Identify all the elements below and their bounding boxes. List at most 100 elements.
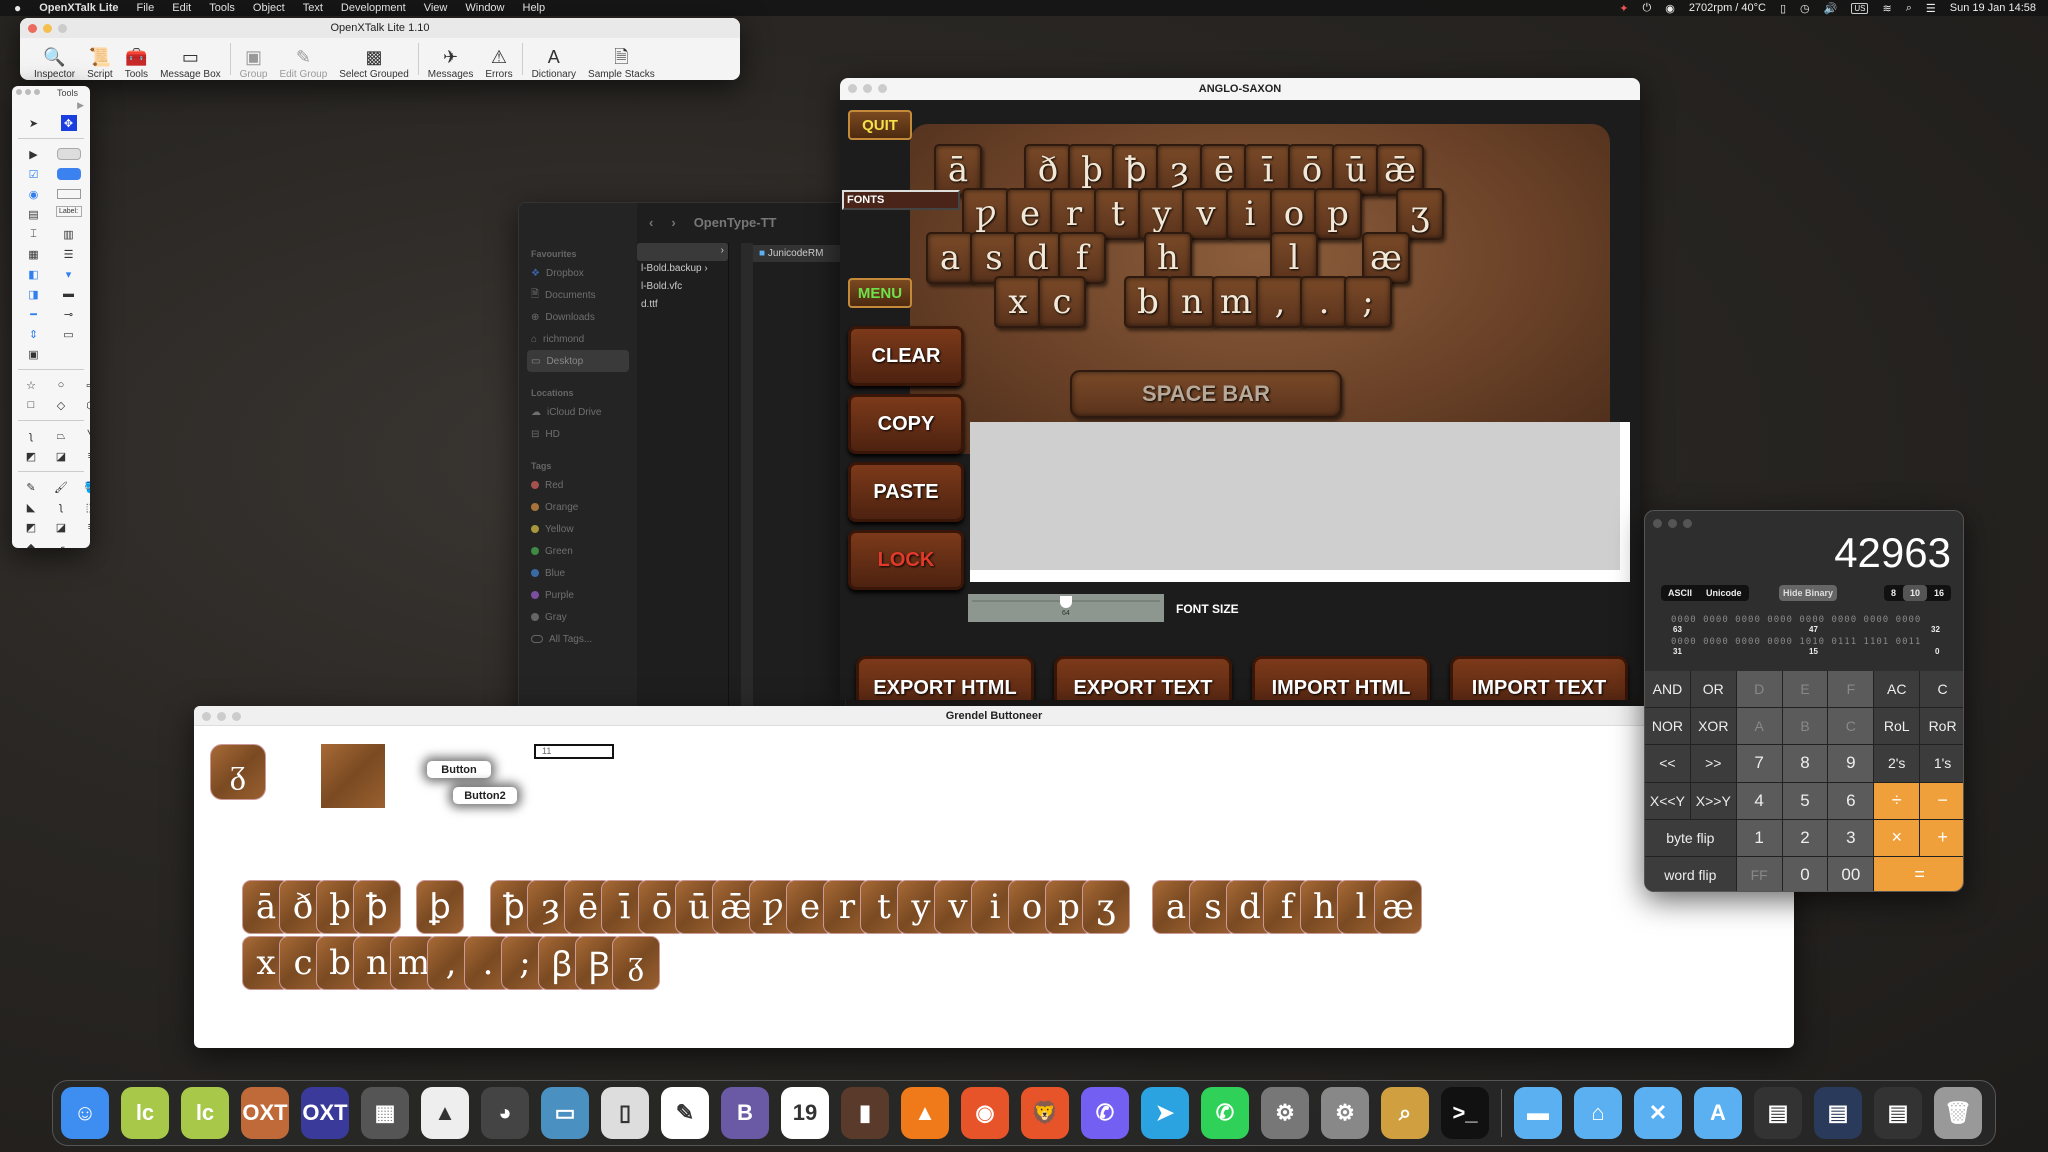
sidebar-tag-alltags[interactable]: All Tags... xyxy=(519,628,637,650)
arrow-tool-icon[interactable]: ⇨ xyxy=(78,377,90,393)
calc-key-5[interactable]: 5 xyxy=(1782,782,1828,819)
close-button[interactable] xyxy=(28,24,37,33)
ascii-option[interactable]: ASCII xyxy=(1661,585,1699,601)
toolbar-dictionary-button[interactable]: A Dictionary xyxy=(526,40,582,80)
freehand-tool-icon[interactable]: ʅ xyxy=(18,428,44,444)
calc-key-and[interactable]: AND xyxy=(1645,671,1690,708)
menu-text[interactable]: Text xyxy=(303,2,323,14)
progress-bar-tool-icon[interactable]: ━ xyxy=(21,306,47,322)
close-button[interactable] xyxy=(16,89,22,95)
calc-key-x[interactable]: ÷ xyxy=(1874,782,1920,819)
dock-calculator[interactable]: ▦ xyxy=(361,1087,409,1139)
calc-key-00[interactable]: 00 xyxy=(1828,856,1874,891)
minimize-button[interactable] xyxy=(25,89,31,95)
clock[interactable]: Sun 19 Jan 14:58 xyxy=(1950,2,2036,14)
default-button-tool-icon[interactable] xyxy=(56,166,82,182)
buttoneer-key[interactable]: ʒ xyxy=(1082,880,1130,934)
polygon-tool-icon[interactable]: ⏢ xyxy=(48,428,74,444)
browse-tool-icon[interactable]: ➤ xyxy=(21,115,47,131)
dock-system-settings[interactable]: ⚙ xyxy=(1321,1087,1369,1139)
fonts-menu[interactable]: FONTS xyxy=(842,190,960,210)
menu-development[interactable]: Development xyxy=(341,2,406,14)
list-field-tool-icon[interactable]: ☰ xyxy=(56,246,82,262)
menu-app-name[interactable]: OpenXTalk Lite xyxy=(39,2,118,14)
calc-key-6[interactable]: 6 xyxy=(1828,782,1874,819)
dock-trash[interactable]: 🗑 xyxy=(1934,1087,1982,1139)
menu-object[interactable]: Object xyxy=(253,2,285,14)
unicode-option[interactable]: Unicode xyxy=(1699,585,1749,601)
calc-key-7[interactable]: 7 xyxy=(1736,745,1782,782)
dock-utilities[interactable]: ✕ xyxy=(1634,1087,1682,1139)
calc-key-x[interactable]: = xyxy=(1874,856,1963,891)
dock-livecode[interactable]: lc xyxy=(121,1087,169,1139)
buttoneer-key[interactable]: ꝧ xyxy=(416,880,464,934)
bucket-tool-icon[interactable]: 🪣 xyxy=(78,479,90,495)
calc-key-0[interactable]: 0 xyxy=(1782,856,1828,891)
volume-icon[interactable]: 🔊 xyxy=(1824,2,1838,15)
dock-preview[interactable]: ▭ xyxy=(541,1087,589,1139)
sidebar-item-home[interactable]: ⌂ richmond xyxy=(519,328,637,350)
spotlight-icon[interactable]: ⌕ xyxy=(1906,2,1912,15)
export-text-button[interactable]: EXPORT TEXT xyxy=(1054,656,1232,700)
title-bar[interactable]: OpenXTalk Lite 1.10 xyxy=(20,18,740,38)
back-button[interactable]: ‹ xyxy=(649,215,653,230)
calc-key-d[interactable]: D xyxy=(1736,671,1782,708)
calc-key-a[interactable]: A xyxy=(1736,708,1782,745)
dock-calendar[interactable]: 19 xyxy=(781,1087,829,1139)
dock-finder[interactable]: ☺ xyxy=(61,1087,109,1139)
encoding-toggle[interactable]: ASCII Unicode xyxy=(1661,585,1749,601)
scrollbar-tool-icon[interactable]: ▭ xyxy=(56,326,82,342)
time-machine-icon[interactable]: ◷ xyxy=(1800,2,1810,15)
base-8-option[interactable]: 8 xyxy=(1884,585,1903,601)
sidebar-tag-red[interactable]: Red xyxy=(519,474,637,496)
close-button[interactable] xyxy=(202,712,211,721)
pencil-tool-icon[interactable]: ✎ xyxy=(18,479,44,495)
calc-key-8[interactable]: 8 xyxy=(1782,745,1828,782)
texture-swatch[interactable] xyxy=(321,744,385,808)
hide-binary-button[interactable]: Hide Binary xyxy=(1779,585,1838,601)
toolbar-tools-button[interactable]: 🧰 Tools xyxy=(119,40,154,80)
calc-key-c[interactable]: C xyxy=(1920,671,1963,708)
calc-key-4[interactable]: 4 xyxy=(1736,782,1782,819)
list-item[interactable]: ■ JunicodeRM xyxy=(753,245,845,262)
buttoneer-key[interactable]: ᵹ xyxy=(612,936,660,990)
checkbox-tool-icon[interactable]: ☑ xyxy=(21,166,47,182)
button-2[interactable]: Button2 xyxy=(453,787,517,804)
menu-edit[interactable]: Edit xyxy=(172,2,191,14)
import-html-button[interactable]: IMPORT HTML xyxy=(1252,656,1430,700)
dock-libreoffice[interactable]: ▯ xyxy=(601,1087,649,1139)
player-tool-icon[interactable]: ▶ xyxy=(21,146,47,162)
sidebar-tag-yellow[interactable]: Yellow xyxy=(519,518,637,540)
diamond-tool-icon[interactable]: ◇ xyxy=(48,397,74,413)
calc-key-wordxflip[interactable]: word flip xyxy=(1645,856,1736,891)
display-icon[interactable]: ▯ xyxy=(1780,2,1786,15)
calc-key-ff[interactable]: FF xyxy=(1736,856,1782,891)
calc-key-1xs[interactable]: 1's xyxy=(1920,745,1963,782)
menu-help[interactable]: Help xyxy=(523,2,546,14)
key-row4[interactable]: ; xyxy=(1344,276,1392,328)
combo-box-tool-icon[interactable]: ◨ xyxy=(21,286,47,302)
circle-tool-icon[interactable]: ○ xyxy=(48,377,74,393)
calc-key-rol[interactable]: RoL xyxy=(1874,708,1920,745)
key-row4[interactable]: m xyxy=(1212,276,1260,328)
dock-brave[interactable]: 🦁 xyxy=(1021,1087,1069,1139)
calc-key-bytexflip[interactable]: byte flip xyxy=(1645,819,1736,856)
key-row4[interactable]: . xyxy=(1300,276,1348,328)
dock-vlc[interactable]: ▲ xyxy=(901,1087,949,1139)
menu-file[interactable]: File xyxy=(137,2,155,14)
select-tool-icon[interactable]: ⬚ xyxy=(78,499,90,515)
base-10-option[interactable]: 10 xyxy=(1902,585,1927,601)
calc-key-9[interactable]: 9 xyxy=(1828,745,1874,782)
keyboard-input-icon[interactable]: US xyxy=(1851,2,1869,14)
key-row4[interactable]: b xyxy=(1124,276,1172,328)
list-item[interactable]: l-Bold.vfc xyxy=(637,279,728,297)
pointer-tool-icon[interactable]: ✥ xyxy=(60,115,77,131)
zoom-button[interactable] xyxy=(878,84,887,93)
calc-key-2[interactable]: 2 xyxy=(1782,819,1828,856)
calc-key-f[interactable]: F xyxy=(1828,671,1874,708)
close-button[interactable] xyxy=(1653,519,1662,528)
dock-window-3[interactable]: ▤ xyxy=(1874,1087,1922,1139)
font-size-slider[interactable]: 64 xyxy=(968,594,1164,622)
slider-tool-icon[interactable]: ⊸ xyxy=(56,306,82,322)
dropbox-status-icon[interactable]: ✦ xyxy=(1619,2,1628,15)
